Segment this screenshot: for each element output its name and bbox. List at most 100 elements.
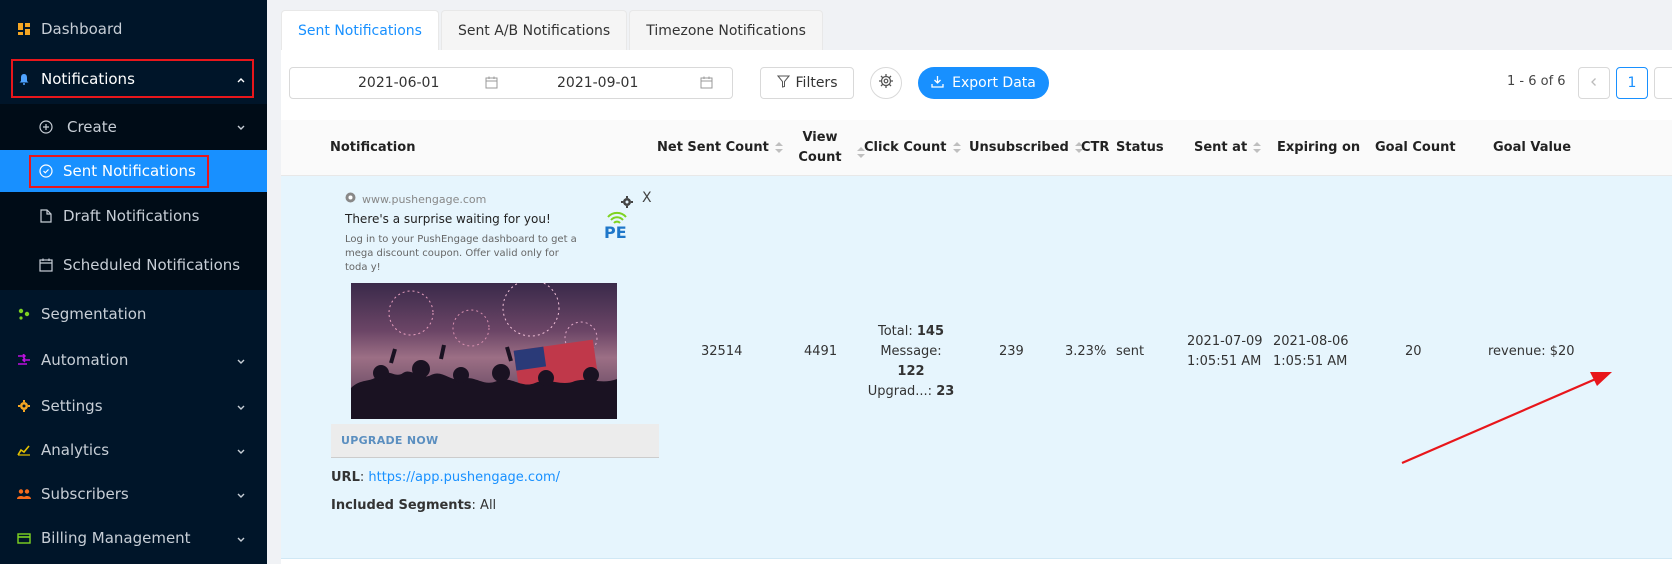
col-ctr: CTR (1081, 140, 1110, 155)
sidebar-item-dashboard[interactable]: Dashboard (0, 7, 267, 51)
tab-sent-ab-notifications[interactable]: Sent A/B Notifications (440, 10, 628, 50)
chevron-down-icon (235, 443, 249, 457)
plus-circle-icon (39, 120, 53, 134)
analytics-icon (17, 443, 31, 457)
click-total-label: Total: (877, 324, 913, 339)
date-end[interactable]: 2021-09-01 (557, 75, 638, 91)
col-label: Net Sent Count (657, 140, 769, 155)
table-row: www.pushengage.com There's a surprise wa… (281, 176, 1672, 559)
gear-icon (878, 73, 894, 93)
click-message-label: Message: (880, 344, 942, 359)
calendar-icon (700, 76, 713, 93)
sidebar-item-settings[interactable]: Settings (0, 384, 267, 428)
url-label: URL (331, 470, 360, 485)
cell-ctr: 3.23% (1065, 344, 1107, 359)
tab-timezone-notifications[interactable]: Timezone Notifications (629, 10, 823, 50)
sidebar-item-label: Create (67, 118, 117, 136)
app-root: Dashboard Notifications Create Sent Noti… (0, 0, 1672, 564)
cell-click-count: Total: 145 Message: 122 Upgrad...: 23 (866, 322, 956, 402)
preview-image (351, 283, 617, 419)
table-header: Notification Net Sent Count View Count C… (281, 120, 1672, 176)
sort-icon (774, 141, 783, 154)
tab-sent-notifications[interactable]: Sent Notifications (281, 10, 439, 50)
click-total-value: 145 (916, 324, 945, 339)
col-click-count[interactable]: Click Count (864, 138, 961, 158)
click-total: Total: 145 (866, 322, 956, 342)
notification-url: URL: https://app.pushengage.com/ (331, 470, 561, 485)
col-expiring-on: Expiring on (1277, 140, 1361, 155)
col-label: View Count (798, 130, 842, 165)
filter-icon (776, 75, 790, 92)
sidebar-item-draft-notifications[interactable]: Draft Notifications (0, 192, 267, 240)
sidebar-item-analytics[interactable]: Analytics (0, 428, 267, 472)
preview-site-url: www.pushengage.com (362, 192, 487, 206)
cell-view-count: 4491 (804, 344, 838, 359)
export-data-button[interactable]: Export Data (918, 67, 1049, 99)
close-icon: X (642, 190, 652, 206)
date-start[interactable]: 2021-06-01 (358, 75, 439, 91)
sidebar-item-subscribers[interactable]: Subscribers (0, 472, 267, 516)
chevron-down-icon (235, 399, 249, 413)
sort-icon (952, 141, 961, 154)
pagination-prev-button[interactable] (1578, 67, 1610, 99)
filters-button[interactable]: Filters (760, 67, 854, 99)
col-view-count[interactable]: View Count (794, 128, 846, 168)
cell-net-sent-count: 32514 (701, 344, 743, 359)
sidebar-item-automation[interactable]: Automation (0, 338, 267, 382)
expiring-time: 1:05:51 AM (1273, 354, 1348, 369)
col-net-sent-count[interactable]: Net Sent Count (657, 138, 783, 158)
calendar-icon (485, 76, 498, 93)
sent-at-date: 2021-07-09 (1187, 334, 1263, 349)
sidebar-item-label: Analytics (41, 441, 110, 459)
tab-panel: 2021-06-01 2021-09-01 Filters Export Dat… (281, 50, 1672, 564)
chevron-down-icon (235, 119, 249, 133)
col-sent-at[interactable]: Sent at (1194, 138, 1262, 158)
sidebar-item-scheduled-notifications[interactable]: Scheduled Notifications (0, 240, 267, 290)
url-link[interactable]: https://app.pushengage.com/ (368, 470, 560, 485)
upgrade-now-button[interactable]: UPGRADE NOW (331, 424, 659, 458)
pagination-page-1[interactable]: 1 (1616, 67, 1648, 99)
pagination-info: 1 - 6 of 6 (1507, 74, 1566, 89)
chevron-left-icon (1589, 75, 1599, 91)
expiring-date: 2021-08-06 (1273, 334, 1349, 349)
column-settings-button[interactable] (870, 67, 902, 99)
sidebar-item-label: Dashboard (41, 20, 123, 38)
col-goal-value: Goal Value (1493, 140, 1572, 155)
sidebar-item-segmentation[interactable]: Segmentation (0, 292, 267, 336)
chevron-down-icon (235, 353, 249, 367)
sidebar-item-label: Draft Notifications (63, 207, 200, 225)
col-unsubscribed[interactable]: Unsubscribed (969, 138, 1083, 158)
filters-label: Filters (795, 75, 838, 91)
col-label: Click Count (864, 140, 947, 155)
pagination-next-button[interactable] (1654, 67, 1672, 99)
calendar-icon (39, 258, 53, 272)
main-content: Sent Notifications Sent A/B Notification… (273, 0, 1672, 564)
sidebar-item-label: Subscribers (41, 485, 129, 503)
cell-expiring-on: 2021-08-06 1:05:51 AM (1273, 332, 1349, 372)
sidebar: Dashboard Notifications Create Sent Noti… (0, 0, 267, 564)
click-upgrade-value: 23 (936, 384, 955, 399)
cell-unsubscribed: 239 (999, 344, 1024, 359)
export-label: Export Data (952, 75, 1036, 91)
sidebar-item-create[interactable]: Create (0, 104, 267, 150)
sidebar-item-label: Segmentation (41, 305, 147, 323)
chevron-down-icon (235, 531, 249, 545)
col-label: Sent at (1194, 140, 1248, 155)
click-upgrade: Upgrad...: 23 (866, 382, 956, 402)
highlight-box-sent-notifications (29, 155, 209, 188)
sidebar-item-billing-management[interactable]: Billing Management (0, 516, 267, 560)
date-range-picker[interactable]: 2021-06-01 2021-09-01 (289, 67, 733, 99)
click-upgrade-label: Upgrad...: (867, 384, 933, 399)
click-message-value: 122 (897, 364, 925, 379)
included-segments: Included Segments: All (331, 498, 497, 513)
col-goal-count: Goal Count (1375, 140, 1456, 155)
logo-text: PE (604, 223, 627, 242)
click-message: Message: 122 (866, 342, 956, 382)
download-icon (931, 75, 944, 92)
chevron-down-icon (235, 487, 249, 501)
sidebar-item-label: Billing Management (41, 529, 191, 547)
cell-sent-at: 2021-07-09 1:05:51 AM (1187, 332, 1263, 372)
highlight-box-notifications (11, 59, 254, 98)
chrome-icon (345, 192, 356, 206)
col-notification: Notification (330, 140, 416, 155)
